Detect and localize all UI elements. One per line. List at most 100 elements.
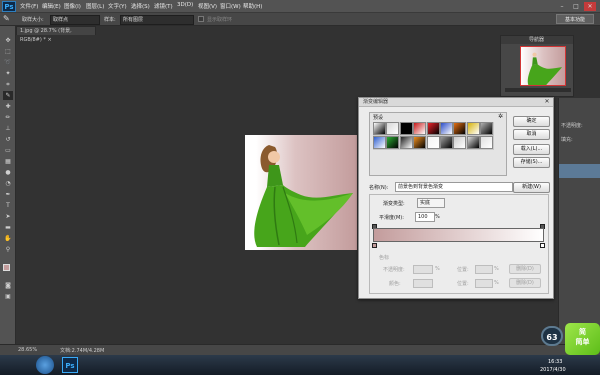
blur-tool-icon[interactable]: ● [3,168,13,177]
lasso-tool-icon[interactable]: ➰ [3,58,13,67]
menu-image[interactable]: 图像(I) [64,2,81,10]
menu-help[interactable]: 帮助(H) [243,2,262,10]
layer-row-selected[interactable] [559,164,600,178]
menu-type[interactable]: 文字(Y) [108,2,127,10]
color-stop-left[interactable] [372,243,377,248]
preset-swatch[interactable] [440,136,453,149]
menu-edit[interactable]: 编辑(E) [42,2,61,10]
watermark-logo: 简 简单 [565,323,600,355]
sample-select[interactable]: 所有图层 [120,15,194,25]
close-icon[interactable]: ✕ [584,2,596,11]
stop-location-input[interactable] [475,265,493,274]
stop-opacity-input[interactable] [413,265,433,274]
delete-opacity-stop-button[interactable]: 删除(D) [509,264,541,274]
smoothness-unit: % [435,214,440,220]
dialog-close-icon[interactable]: ✕ [543,98,551,106]
preset-swatch[interactable] [466,136,480,149]
navigator-thumbnail[interactable] [520,46,566,86]
layers-panel: 不透明度: 填充: [558,98,600,344]
quick-mask-icon[interactable]: ◙ [3,281,13,290]
watermark-text-1: 简 [579,328,586,336]
preset-swatch[interactable] [413,122,427,135]
preset-swatch[interactable] [426,122,440,135]
preset-swatch[interactable] [453,136,467,149]
canvas-image[interactable] [245,135,357,250]
color-location-input[interactable] [475,279,493,288]
windows-taskbar: Ps 16:33 2017/4/30 [0,355,600,375]
hand-tool-icon[interactable]: ✋ [3,234,13,243]
maximize-icon[interactable]: □ [570,2,582,11]
eyedropper-tool-icon[interactable]: ✎ [3,91,13,100]
delete-color-stop-button[interactable]: 删除(D) [509,278,541,288]
sample-size-select[interactable]: 取样点 [50,15,100,25]
workspace-select[interactable]: 基本功能 [556,14,594,24]
show-ring-checkbox[interactable] [198,16,204,22]
navigator-title: 导航器 [501,36,573,44]
gradient-type-label: 渐变类型: [383,201,405,207]
new-button[interactable]: 新建(W) [513,182,550,193]
preset-swatch[interactable] [373,122,386,135]
dodge-tool-icon[interactable]: ◔ [3,179,13,188]
preset-swatch[interactable] [453,122,467,135]
presets-gear-icon[interactable]: ✲ [498,113,503,120]
ok-button[interactable]: 确定 [513,116,550,127]
cancel-button[interactable]: 取消 [513,129,550,140]
menu-window[interactable]: 窗口(W) [220,2,241,10]
window-controls: – □ ✕ [556,1,598,12]
opacity-label: 不透明度: [561,123,583,129]
preset-swatch[interactable] [386,122,400,135]
color-location-unit: % [494,280,499,286]
preset-swatch[interactable] [426,136,440,149]
gradient-type-select[interactable]: 实底 [417,198,445,208]
preset-swatch[interactable] [413,136,427,149]
eyedropper-icon[interactable]: ✎ [3,14,10,23]
screen-mode-icon[interactable]: ▣ [3,292,13,301]
preset-swatch[interactable] [373,136,386,149]
quick-select-tool-icon[interactable]: ✦ [3,69,13,78]
type-tool-icon[interactable]: T [3,201,13,210]
brush-tool-icon[interactable]: ✏ [3,113,13,122]
smoothness-input[interactable]: 100 [415,212,435,222]
eraser-tool-icon[interactable]: ▭ [3,146,13,155]
foreground-color-swatch[interactable] [3,264,10,271]
move-tool-icon[interactable]: ✥ [3,36,13,45]
menu-filter[interactable]: 滤镜(T) [154,2,173,10]
navigator-zoom-slider[interactable] [505,88,571,92]
menu-layer[interactable]: 图层(L) [86,2,104,10]
save-button[interactable]: 存储(S)... [513,157,550,168]
document-tab[interactable]: 1.jpg @ 28.7% (背景, RGB/8#) * × [16,26,96,43]
shape-tool-icon[interactable]: ▬ [3,223,13,232]
presets-group: 预设 ✲ [369,112,507,176]
color-stop-right[interactable] [540,243,545,248]
preset-swatch[interactable] [440,122,453,135]
menu-view[interactable]: 视图(V) [198,2,217,10]
minimize-icon[interactable]: – [556,2,568,11]
menu-3d[interactable]: 3D(D) [177,2,193,8]
healing-brush-tool-icon[interactable]: ✚ [3,102,13,111]
zoom-tool-icon[interactable]: ⚲ [3,245,13,254]
menu-select[interactable]: 选择(S) [131,2,150,10]
photoshop-taskbar-icon[interactable]: Ps [62,357,78,373]
preset-swatch[interactable] [399,136,413,149]
preset-swatch[interactable] [466,122,480,135]
pen-tool-icon[interactable]: ✒ [3,190,13,199]
preset-swatch[interactable] [480,122,494,135]
preset-swatch[interactable] [399,122,413,135]
history-brush-tool-icon[interactable]: ↺ [3,135,13,144]
menu-file[interactable]: 文件(F) [20,2,38,10]
load-button[interactable]: 载入(L)... [513,144,550,155]
photoshop-logo: Ps [2,1,16,12]
tab-close-icon[interactable]: × [47,37,51,43]
crop-tool-icon[interactable]: ⌗ [3,80,13,89]
preset-swatch[interactable] [480,136,494,149]
path-select-tool-icon[interactable]: ➤ [3,212,13,221]
stop-color-swatch[interactable] [413,279,433,288]
preset-swatch[interactable] [386,136,400,149]
gradient-preview-bar[interactable] [373,228,544,242]
start-button-icon[interactable] [36,356,54,374]
marquee-tool-icon[interactable]: ⬚ [3,47,13,56]
zoom-level[interactable]: 28.65% [18,347,37,353]
name-input[interactable]: 前景色到背景色渐变 [395,182,513,192]
stamp-tool-icon[interactable]: ⊥ [3,124,13,133]
gradient-tool-icon[interactable]: ▦ [3,157,13,166]
